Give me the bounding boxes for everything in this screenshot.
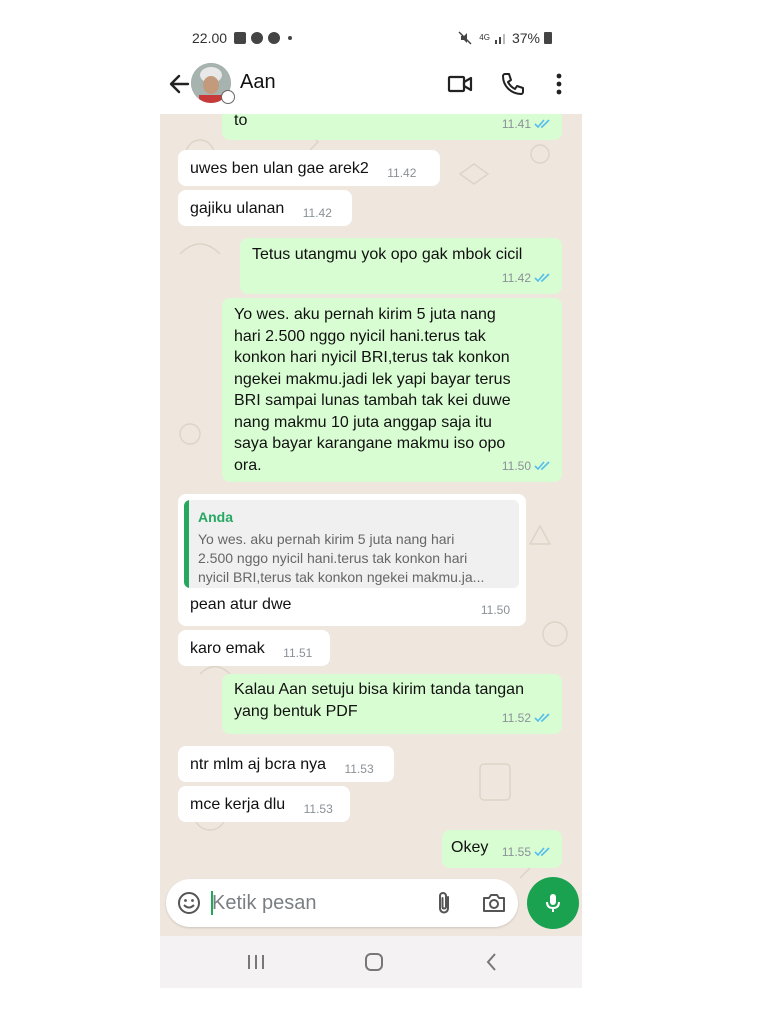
video-call-icon[interactable] (446, 70, 474, 98)
contact-name[interactable]: Aan (240, 71, 276, 94)
status-right: 4G 37% (458, 30, 552, 46)
outgoing-message[interactable]: Okey 11.55 (442, 830, 562, 868)
message-input[interactable] (212, 888, 412, 918)
message-time: 11.51 (283, 646, 313, 660)
read-ticks-icon (534, 847, 550, 857)
back-arrow-icon[interactable] (168, 70, 192, 98)
attach-icon[interactable] (432, 890, 458, 916)
quote-text: Yo wes. aku pernah kirim 5 juta nang har… (198, 531, 485, 585)
read-ticks-icon (534, 461, 550, 471)
chat-area[interactable]: to 11.41 uwes ben ulan gae arek2 11.42 g… (160, 114, 582, 936)
message-text: ntr mlm aj bcra nya (190, 756, 327, 773)
message-text: karo emak (190, 640, 265, 657)
read-ticks-icon (534, 713, 550, 723)
status-left: 22.00 (192, 30, 293, 46)
voice-call-icon[interactable] (499, 70, 527, 98)
message-meta: 11.50 (481, 600, 510, 622)
message-time: 11.55 (501, 844, 531, 859)
notification-dot-icon (288, 36, 293, 40)
incoming-message[interactable]: uwes ben ulan gae arek2 11.42 (178, 150, 440, 186)
message-meta: 11.42 (387, 163, 416, 185)
message-time: 11.41 (501, 116, 531, 131)
message-time: 11.53 (303, 802, 333, 816)
message-meta: 11.51 (283, 643, 312, 665)
message-meta: 11.53 (345, 759, 374, 781)
message-meta: 11.50 (502, 456, 552, 478)
battery-percent: 37% (511, 30, 540, 46)
chrome-icon (268, 32, 281, 44)
emoji-icon[interactable] (176, 890, 202, 916)
status-time: 22.00 (192, 30, 228, 46)
incoming-message[interactable]: mce kerja dlu 11.53 (178, 786, 350, 822)
message-text: to (234, 114, 248, 129)
message-composer (166, 879, 518, 927)
quote-author: Anda (198, 509, 233, 525)
message-text: mce kerja dlu (190, 796, 286, 813)
quoted-message[interactable]: Anda Yo wes. aku pernah kirim 5 juta nan… (184, 500, 519, 588)
message-meta: 11.52 (502, 708, 552, 730)
message-text: Okey (451, 839, 489, 856)
outgoing-message[interactable]: to 11.41 (222, 114, 562, 140)
message-time: 11.52 (501, 710, 531, 725)
signal-icon (494, 34, 505, 44)
message-time: 11.42 (387, 166, 417, 180)
mic-icon (546, 894, 560, 912)
incoming-message[interactable]: karo emak 11.51 (178, 630, 330, 666)
mic-button[interactable] (527, 877, 579, 929)
recents-icon[interactable] (244, 950, 268, 974)
outgoing-message[interactable]: Tetus utangmu yok opo gak mbok cicil 11.… (240, 238, 562, 294)
message-time: 11.42 (302, 206, 332, 220)
message-text: Tetus utangmu yok opo gak mbok cicil (252, 246, 523, 263)
message-text: uwes ben ulan gae arek2 (190, 160, 369, 177)
phone-screen: 22.00 4G 37% Aan to 11.41 uwes ben ulan … (160, 0, 582, 988)
outgoing-message[interactable]: Kalau Aan setuju bisa kirim tanda tangan… (222, 674, 562, 734)
message-meta: 11.42 (303, 203, 332, 225)
incoming-reply-message[interactable]: Anda Yo wes. aku pernah kirim 5 juta nan… (178, 494, 526, 626)
incoming-message[interactable]: gajiku ulanan 11.42 (178, 190, 352, 226)
read-ticks-icon (534, 119, 550, 129)
quote-bar (184, 500, 189, 588)
home-icon[interactable] (362, 950, 386, 974)
message-meta: 11.53 (304, 799, 333, 821)
status-bar: 22.00 4G 37% (160, 0, 582, 62)
chat-header: Aan (160, 62, 582, 114)
read-ticks-icon (534, 273, 550, 283)
message-text: pean atur dwe (190, 596, 292, 613)
message-time: 11.50 (480, 602, 510, 617)
incoming-message[interactable]: ntr mlm aj bcra nya 11.53 (178, 746, 394, 782)
battery-icon (544, 32, 552, 44)
outgoing-message[interactable]: Yo wes. aku pernah kirim 5 juta nang har… (222, 298, 562, 482)
chrome-icon (251, 32, 264, 44)
gallery-icon (234, 32, 247, 44)
message-time: 11.50 (501, 458, 531, 473)
mute-icon (458, 31, 472, 45)
network-type: 4G (479, 33, 490, 42)
back-nav-icon[interactable] (480, 950, 504, 974)
message-time: 11.42 (501, 270, 531, 285)
status-ring-icon (221, 90, 235, 104)
message-meta: 11.55 (502, 842, 552, 864)
message-text: Yo wes. aku pernah kirim 5 juta nang har… (234, 306, 511, 474)
message-text: gajiku ulanan (190, 200, 285, 217)
message-meta: 11.41 (502, 114, 552, 135)
camera-icon[interactable] (481, 890, 507, 916)
message-time: 11.53 (344, 762, 374, 776)
system-nav-bar (160, 936, 582, 988)
more-vert-icon[interactable] (545, 70, 573, 98)
message-meta: 11.42 (502, 268, 552, 290)
